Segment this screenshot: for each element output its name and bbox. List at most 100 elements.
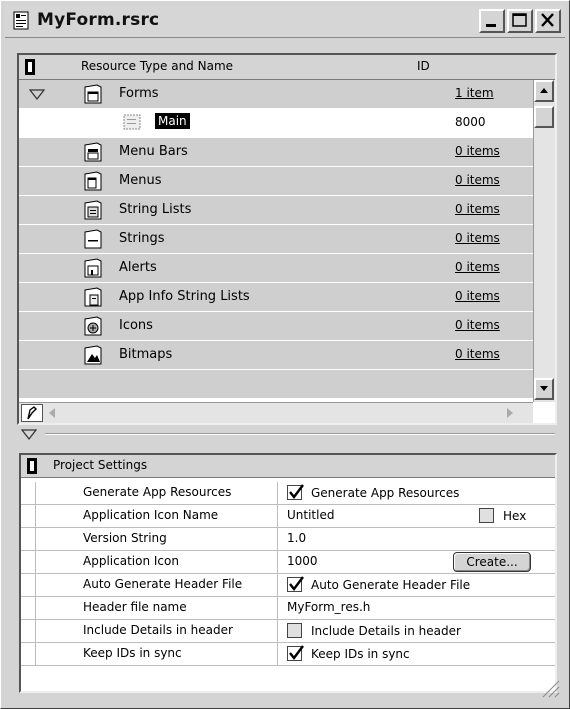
resource-id: 8000 bbox=[455, 115, 486, 129]
item-count-link[interactable]: 0 items bbox=[455, 318, 500, 332]
generate-app-resources-checkbox[interactable] bbox=[287, 484, 304, 500]
setting-label: Application Icon Name bbox=[83, 508, 219, 522]
folder-forms-icon bbox=[83, 83, 103, 105]
item-count-link[interactable]: 0 items bbox=[455, 231, 500, 245]
keep-ids-in-sync-checkbox[interactable] bbox=[287, 645, 304, 661]
item-count-link[interactable]: 0 items bbox=[455, 260, 500, 274]
folder-bitmaps-icon bbox=[83, 344, 103, 366]
setting-label: Auto Generate Header File bbox=[83, 577, 243, 591]
list-item-menus[interactable]: Menus 0 items bbox=[19, 167, 533, 196]
resource-window: MyForm.rsrc Resource Type and Name ID Fo… bbox=[0, 0, 570, 709]
item-count-link[interactable]: 0 items bbox=[455, 173, 500, 187]
settings-disclosure-icon[interactable] bbox=[21, 429, 37, 441]
window-title: MyForm.rsrc bbox=[37, 10, 160, 30]
settings-header: Project Settings bbox=[21, 455, 555, 478]
list-item-label: Bitmaps bbox=[119, 347, 173, 362]
scroll-down-button[interactable] bbox=[534, 378, 554, 400]
setting-row-header-file-name: Header file name MyForm_res.h bbox=[21, 597, 555, 620]
list-item-label: Alerts bbox=[119, 260, 157, 275]
item-count-link[interactable]: 0 items bbox=[455, 347, 500, 361]
folder-stringlists-icon bbox=[83, 199, 103, 221]
folder-icons-icon bbox=[83, 315, 103, 337]
edit-pencil-button[interactable] bbox=[21, 404, 43, 422]
checkbox-label[interactable]: Auto Generate Header File bbox=[311, 578, 470, 592]
close-button[interactable] bbox=[535, 9, 561, 33]
header-marker-icon bbox=[25, 59, 35, 75]
list-item-menu-bars[interactable]: Menu Bars 0 items bbox=[19, 138, 533, 167]
list-item-main[interactable]: Main 8000 bbox=[19, 109, 533, 138]
checkmark-icon bbox=[289, 645, 304, 660]
minimize-button[interactable] bbox=[479, 9, 505, 33]
header-marker-icon bbox=[27, 458, 37, 474]
list-item-icons[interactable]: Icons 0 items bbox=[19, 312, 533, 341]
resource-list-panel: Resource Type and Name ID Forms 1 item M… bbox=[17, 53, 557, 425]
maximize-icon bbox=[512, 13, 527, 27]
include-details-checkbox[interactable] bbox=[287, 623, 302, 638]
list-item-bitmaps[interactable]: Bitmaps 0 items bbox=[19, 341, 533, 370]
scroll-up-button[interactable] bbox=[534, 80, 554, 102]
list-item-alerts[interactable]: Alerts 0 items bbox=[19, 254, 533, 283]
hex-checkbox[interactable] bbox=[479, 508, 494, 523]
settings-title: Project Settings bbox=[53, 458, 148, 472]
scroll-thumb[interactable] bbox=[534, 106, 554, 128]
list-item-label: String Lists bbox=[119, 202, 192, 217]
list-item-strings[interactable]: Strings 0 items bbox=[19, 225, 533, 254]
item-count-link[interactable]: 0 items bbox=[455, 202, 500, 216]
list-item-forms[interactable]: Forms 1 item bbox=[19, 80, 533, 109]
form-icon bbox=[123, 114, 141, 130]
application-icon-name-field[interactable]: Untitled bbox=[287, 508, 334, 522]
list-item-label: Forms bbox=[119, 86, 159, 101]
item-count-link[interactable]: 0 items bbox=[455, 289, 500, 303]
list-item-label: App Info String Lists bbox=[119, 289, 250, 304]
list-item-label: Menus bbox=[119, 173, 162, 188]
create-button[interactable]: Create... bbox=[453, 552, 531, 572]
auto-generate-header-checkbox[interactable] bbox=[287, 576, 304, 592]
application-icon-field[interactable]: 1000 bbox=[287, 554, 318, 568]
close-icon bbox=[541, 13, 554, 27]
column-header-name[interactable]: Resource Type and Name bbox=[81, 59, 233, 73]
checkbox-label[interactable]: Include Details in header bbox=[311, 624, 461, 638]
arrow-down-icon bbox=[540, 386, 548, 391]
setting-row-generate-app-resources: Generate App Resources Generate App Reso… bbox=[21, 482, 555, 505]
vertical-scrollbar[interactable] bbox=[533, 80, 555, 402]
resource-file-icon bbox=[13, 11, 31, 31]
setting-row-include-details: Include Details in header Include Detail… bbox=[21, 620, 555, 643]
header-file-name-field[interactable]: MyForm_res.h bbox=[287, 600, 370, 614]
setting-label: Keep IDs in sync bbox=[83, 646, 182, 660]
maximize-button[interactable] bbox=[507, 9, 533, 33]
checkmark-icon bbox=[289, 484, 304, 499]
panel-splitter[interactable] bbox=[45, 433, 555, 435]
checkbox-label[interactable]: Generate App Resources bbox=[311, 486, 459, 500]
list-item-label: Icons bbox=[119, 318, 153, 333]
checkbox-label[interactable]: Hex bbox=[503, 509, 526, 523]
folder-appinfo-icon bbox=[83, 286, 103, 308]
disclosure-triangle-icon[interactable] bbox=[29, 89, 45, 101]
item-count-link[interactable]: 1 item bbox=[455, 86, 494, 100]
setting-row-auto-generate-header: Auto Generate Header File Auto Generate … bbox=[21, 574, 555, 597]
setting-row-application-icon-name: Application Icon Name Untitled Hex bbox=[21, 505, 555, 528]
pencil-icon bbox=[27, 406, 37, 420]
list-header: Resource Type and Name ID bbox=[19, 55, 555, 80]
arrow-right-icon[interactable] bbox=[505, 407, 515, 419]
setting-label: Application Icon bbox=[83, 554, 179, 568]
list-item-label: Strings bbox=[119, 231, 165, 246]
minimize-icon bbox=[486, 24, 496, 27]
project-settings-panel: Project Settings Generate App Resources … bbox=[19, 453, 557, 693]
list-item-string-lists[interactable]: String Lists 0 items bbox=[19, 196, 533, 225]
column-header-id[interactable]: ID bbox=[417, 59, 430, 73]
arrow-left-icon[interactable] bbox=[47, 407, 57, 419]
selected-resource-name[interactable]: Main bbox=[155, 113, 190, 129]
item-count-link[interactable]: 0 items bbox=[455, 144, 500, 158]
setting-row-keep-ids-in-sync: Keep IDs in sync Keep IDs in sync bbox=[21, 643, 555, 666]
setting-label: Generate App Resources bbox=[83, 485, 232, 499]
horizontal-scrollbar[interactable] bbox=[19, 402, 533, 423]
version-string-field[interactable]: 1.0 bbox=[287, 531, 306, 545]
list-item-label: Menu Bars bbox=[119, 144, 188, 159]
setting-label: Version String bbox=[83, 531, 167, 545]
title-bar[interactable]: MyForm.rsrc bbox=[5, 5, 565, 38]
checkbox-label[interactable]: Keep IDs in sync bbox=[311, 647, 410, 661]
setting-row-application-icon: Application Icon 1000 Create... bbox=[21, 551, 555, 574]
resource-rows: Forms 1 item Main 8000 Menu Bars 0 items… bbox=[19, 80, 533, 402]
list-item-app-info-string-lists[interactable]: App Info String Lists 0 items bbox=[19, 283, 533, 312]
resize-grip-icon[interactable] bbox=[539, 677, 561, 699]
